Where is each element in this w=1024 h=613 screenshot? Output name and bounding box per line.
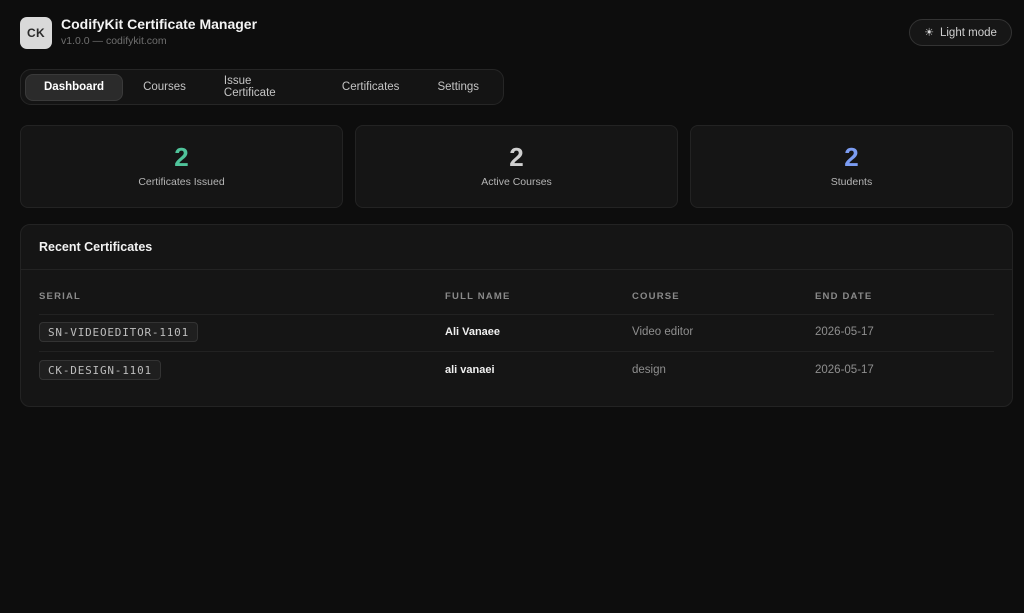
full-name-cell: ali vanaei [445,364,495,376]
column-header-end-date: END DATE [815,291,873,302]
serial-badge: CK-DESIGN-1101 [39,360,161,380]
course-cell: Video editor [632,326,694,338]
serial-badge: SN-VIDEOEDITOR-1101 [39,322,199,342]
light-mode-label: Light mode [939,26,997,39]
sun-icon: ☀ [924,27,934,39]
main-tabs: Dashboard Courses Issue Certificate Cert… [20,69,504,105]
app-logo: CK [20,17,52,49]
tab-issue-certificate[interactable]: Issue Certificate [206,74,322,101]
light-mode-button[interactable]: ☀ Light mode [909,19,1012,46]
divider [21,269,1012,270]
column-header-full-name: FULL NAME [445,291,511,302]
app-title: CodifyKit Certificate Manager [61,16,258,32]
stat-students: 2 Students [690,125,1013,208]
course-cell: design [632,364,666,376]
section-title: Recent Certificates [39,240,153,254]
stat-value: 2 [844,142,859,172]
end-date-cell: 2026-05-17 [815,326,874,338]
stat-label: Active Courses [481,176,552,188]
column-header-serial: SERIAL [39,291,82,302]
tab-dashboard[interactable]: Dashboard [25,73,124,101]
divider [39,351,994,352]
stat-label: Certificates Issued [138,176,225,188]
app-header: CK CodifyKit Certificate Manager v1.0.0 … [20,16,1012,50]
full-name-cell: Ali Vanaee [445,326,501,338]
tab-certificates[interactable]: Certificates [324,74,418,101]
stat-certificates-issued: 2 Certificates Issued [20,125,343,208]
divider [39,314,994,315]
stat-active-courses: 2 Active Courses [355,125,678,208]
tab-courses[interactable]: Courses [125,74,204,101]
stat-value: 2 [509,142,524,172]
recent-certificates-card: Recent Certificates SERIAL FULL NAME COU… [20,224,1013,407]
stat-value: 2 [174,142,189,172]
app-version: v1.0.0 — codifykit.com [61,35,167,47]
app-window: CK CodifyKit Certificate Manager v1.0.0 … [0,0,1024,613]
column-header-course: COURSE [632,291,680,302]
stat-label: Students [830,176,873,188]
end-date-cell: 2026-05-17 [815,364,874,376]
tab-settings[interactable]: Settings [419,74,497,101]
